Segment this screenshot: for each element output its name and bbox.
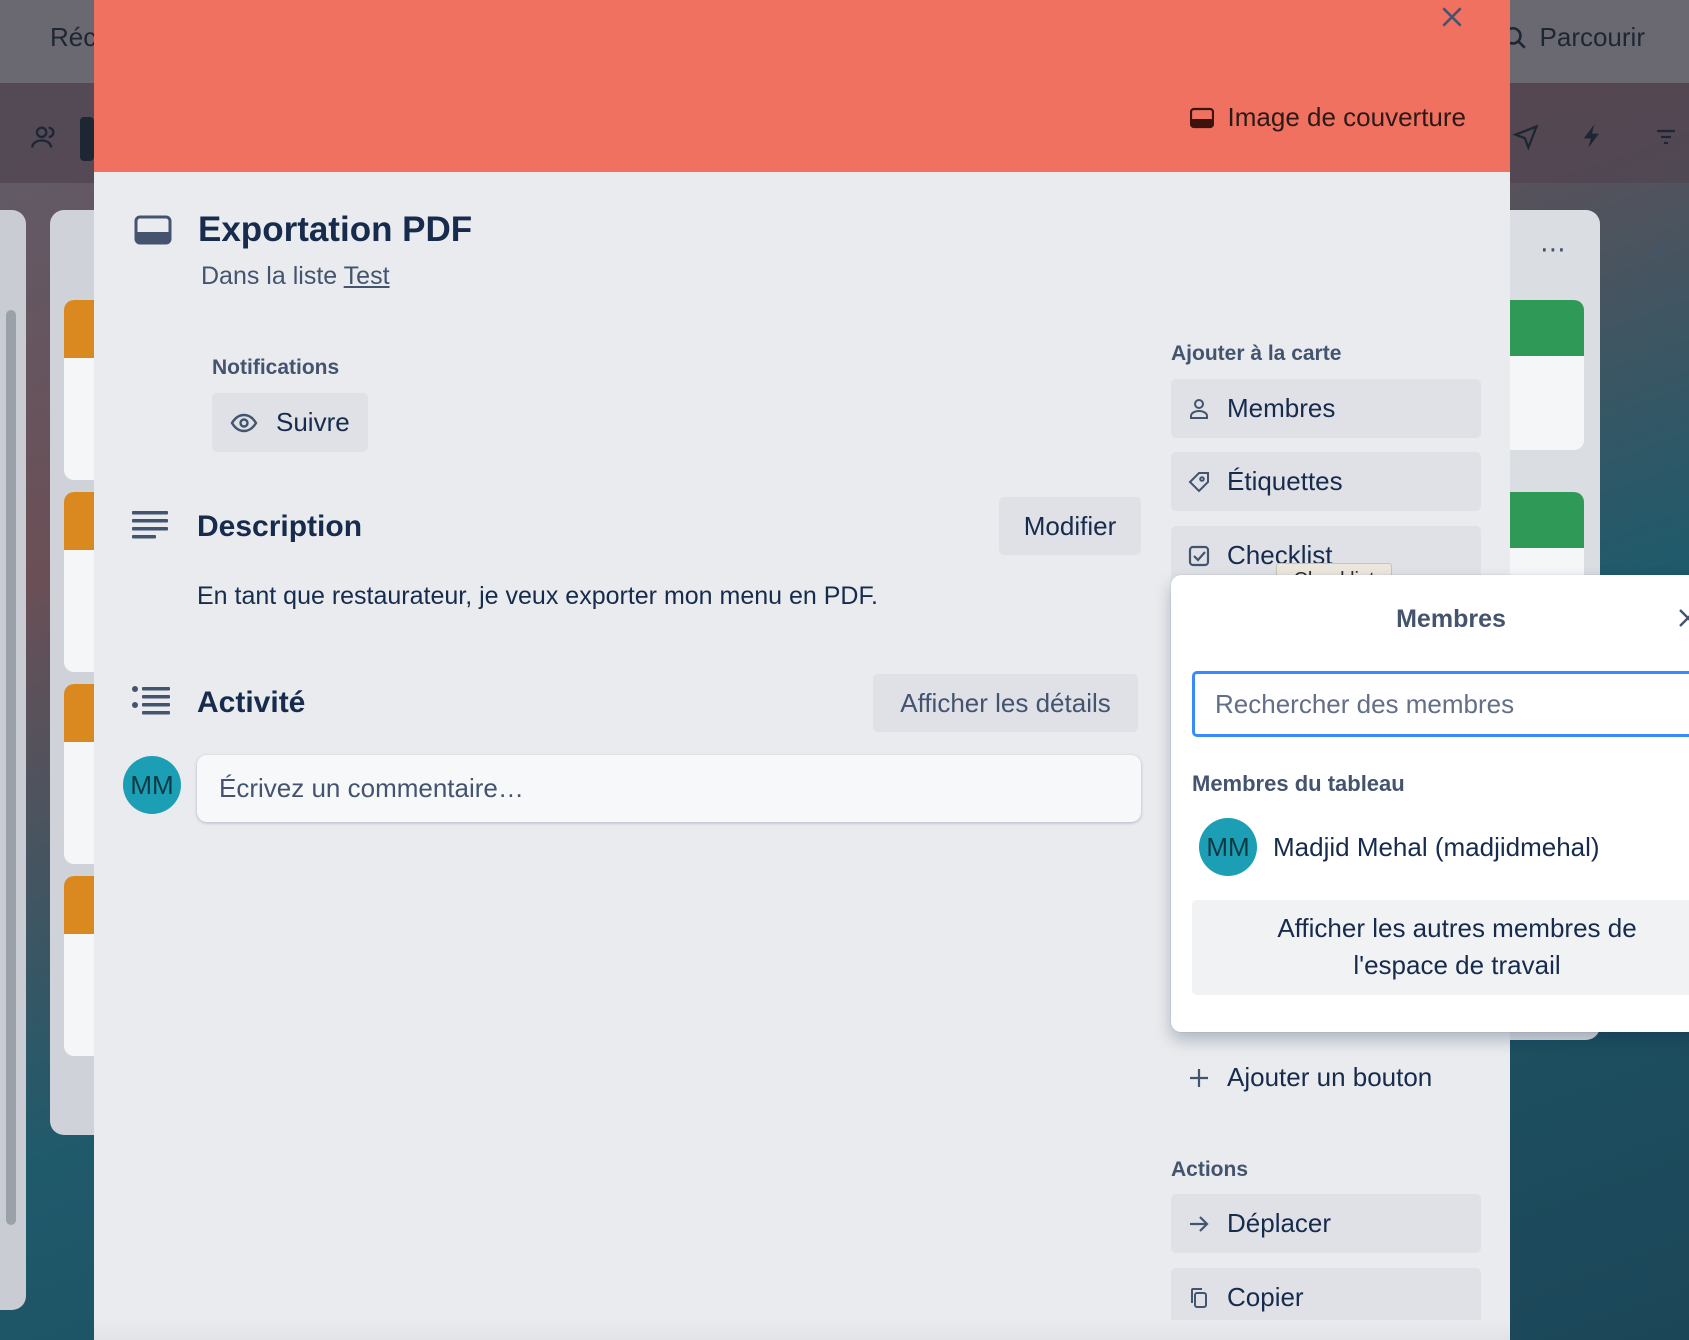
show-more-line-2: l'espace de travail (1353, 950, 1561, 980)
move-button[interactable]: Déplacer (1171, 1194, 1481, 1253)
browse-label: Parcourir (1539, 22, 1645, 52)
activity-heading: Activité (197, 686, 306, 719)
lightning-icon[interactable] (1578, 121, 1606, 151)
show-workspace-members-button[interactable]: Afficher les autres membres de l'espace … (1192, 900, 1689, 995)
modal-bottom-edge (94, 1320, 1510, 1340)
member-search-input[interactable]: Rechercher des membres (1192, 671, 1689, 737)
member-item[interactable]: MM Madjid Mehal (madjidmehal) (1199, 818, 1600, 876)
copy-button[interactable]: Copier (1171, 1268, 1481, 1327)
notifications-label: Notifications (212, 356, 340, 379)
browse-button[interactable]: Parcourir (1502, 22, 1645, 53)
members-label: Membres (1227, 393, 1336, 423)
in-list-text: Dans la liste Test (201, 262, 390, 291)
eye-icon (230, 413, 258, 432)
description-icon (132, 511, 168, 539)
close-modal-button[interactable] (1432, 0, 1472, 34)
card-title-row: Exportation PDF (134, 210, 472, 250)
description-heading: Description (197, 510, 363, 543)
add-to-card-label: Ajouter à la carte (1171, 342, 1342, 365)
cover-image-label: Image de couverture (1227, 102, 1466, 132)
card-cover-icon (1189, 107, 1214, 128)
send-icon[interactable] (1512, 123, 1540, 151)
actions-label: Actions (1171, 1158, 1249, 1181)
card-cover: Image de couverture (94, 0, 1510, 172)
popover-title: Membres (1396, 605, 1506, 633)
add-button-button[interactable]: Ajouter un bouton (1171, 1048, 1481, 1107)
add-list-plus-icon[interactable]: + (1650, 232, 1670, 271)
member-name: Madjid Mehal (madjidmehal) (1273, 831, 1600, 862)
labels-label: Étiquettes (1227, 466, 1343, 496)
labels-button[interactable]: Étiquettes (1171, 452, 1481, 511)
list-link[interactable]: Test (344, 262, 390, 290)
members-icon[interactable] (30, 123, 58, 151)
horizontal-scrollbar[interactable] (6, 310, 16, 1225)
checkbox-icon (1188, 545, 1210, 566)
follow-button[interactable]: Suivre (212, 393, 368, 452)
show-details-button[interactable]: Afficher les détails (873, 674, 1138, 732)
comment-input[interactable]: Écrivez un commentaire… (197, 755, 1141, 822)
avatar[interactable]: MM (123, 756, 181, 814)
tag-icon (1188, 471, 1209, 492)
show-more-line-1: Afficher les autres membres de (1277, 913, 1637, 943)
arrow-right-icon (1190, 1215, 1209, 1232)
members-popover: Membres Rechercher des membres Membres d… (1171, 575, 1689, 1032)
popover-close-icon[interactable] (1676, 604, 1689, 630)
description-text[interactable]: En tant que restaurateur, je veux export… (197, 582, 878, 611)
board-members-label: Membres du tableau (1192, 771, 1405, 796)
filter-icon[interactable] (1652, 125, 1680, 149)
members-button[interactable]: Membres (1171, 379, 1481, 438)
edit-description-button[interactable]: Modifier (999, 497, 1141, 555)
board-card[interactable] (1500, 300, 1584, 450)
copy-label: Copier (1227, 1282, 1304, 1312)
activity-icon (132, 686, 170, 715)
close-icon (1442, 7, 1462, 27)
plus-icon (1190, 1068, 1208, 1087)
board-tag (80, 117, 94, 161)
copy-icon (1191, 1287, 1207, 1308)
list-menu-icon[interactable]: ⋯ (1540, 234, 1566, 265)
cover-image-button[interactable]: Image de couverture (1189, 102, 1466, 133)
person-icon (1190, 398, 1208, 419)
card-title[interactable]: Exportation PDF (198, 210, 472, 250)
add-button-label: Ajouter un bouton (1227, 1062, 1433, 1092)
in-list-prefix: Dans la liste (201, 262, 344, 290)
move-label: Déplacer (1227, 1208, 1332, 1238)
nav-recent-link[interactable]: Réc (50, 22, 96, 53)
member-avatar: MM (1199, 818, 1257, 876)
card-icon (134, 215, 172, 245)
follow-label: Suivre (276, 407, 350, 437)
